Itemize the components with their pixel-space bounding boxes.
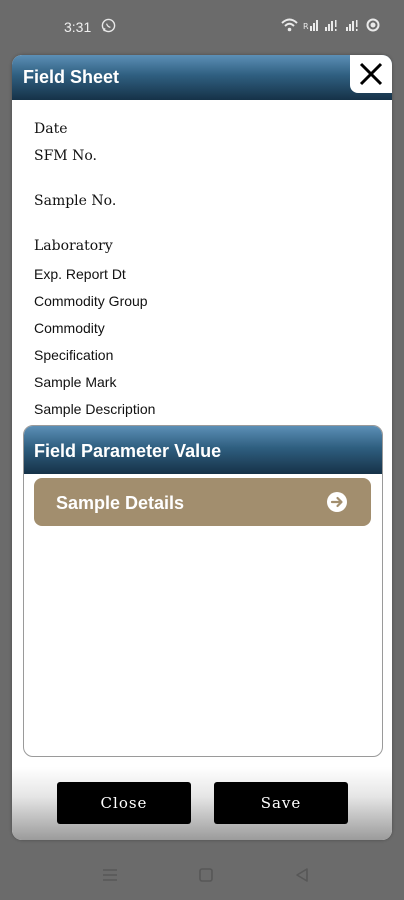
save-button[interactable]: Save: [214, 782, 348, 824]
sample-details-label: Sample Details: [56, 493, 185, 513]
status-time: 3:31: [64, 19, 92, 35]
field-label-sample-mark: Sample Mark: [34, 374, 117, 390]
field-label-sample-description: Sample Description: [34, 401, 156, 417]
wifi-icon: [281, 18, 298, 32]
sample-details-button[interactable]: Sample Details: [34, 478, 371, 526]
field-parameter-title: Field Parameter Value: [34, 441, 222, 461]
nav-bar: [0, 855, 404, 900]
field-label-laboratory: Laboratory: [34, 238, 113, 254]
field-label-commodity: Commodity: [34, 320, 105, 336]
signal-icon: R: [303, 20, 318, 31]
close-x-button[interactable]: [350, 55, 392, 93]
menu-icon[interactable]: [102, 867, 118, 883]
dialog-title: Field Sheet: [23, 67, 120, 87]
field-label-exp-report-dt: Exp. Report Dt: [34, 266, 126, 282]
dialog-footer: Close Save: [12, 767, 392, 840]
field-sheet-dialog: Field Sheet Date SFM No. Sample No. Labo…: [12, 55, 392, 840]
home-icon[interactable]: [198, 867, 214, 883]
field-label-sample-no: Sample No.: [34, 193, 117, 209]
dialog-header: Field Sheet: [12, 55, 392, 100]
back-icon[interactable]: [294, 867, 310, 883]
close-x-icon: [359, 62, 383, 86]
signal-icon: [346, 20, 358, 31]
field-label-commodity-group: Commodity Group: [34, 293, 148, 309]
svg-text:R: R: [303, 22, 309, 31]
field-label-specification: Specification: [34, 347, 114, 363]
whatsapp-icon: [101, 18, 116, 33]
arrow-right-circle-icon: [327, 492, 347, 512]
status-icons: R: [281, 18, 380, 32]
field-parameter-panel: Field Parameter Value Sample Details: [23, 425, 383, 757]
status-bar: 3:31 R: [0, 0, 404, 50]
field-label-sfm-no: SFM No.: [34, 148, 97, 164]
field-parameter-header: Field Parameter Value: [24, 426, 382, 474]
battery-icon: [366, 18, 380, 32]
close-button[interactable]: Close: [57, 782, 191, 824]
screen: 3:31 R Field Sheet Date SFM No. Sample N…: [0, 0, 404, 900]
field-label-date: Date: [34, 121, 68, 137]
signal-icon: [325, 20, 337, 31]
